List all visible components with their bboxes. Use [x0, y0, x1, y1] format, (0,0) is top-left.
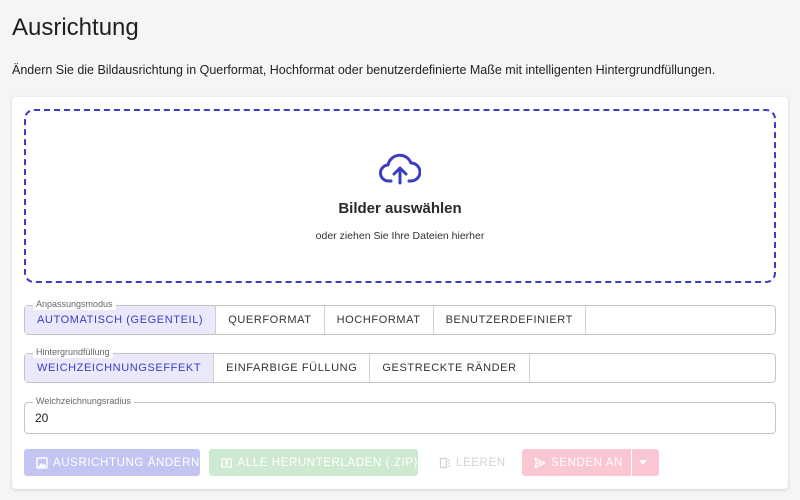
cloud-upload-icon — [379, 153, 421, 185]
blur-radius-input[interactable] — [35, 411, 735, 425]
download-all-button-label: ALLE HERUNTERLADEN (.ZIP) — [237, 456, 418, 469]
image-icon — [36, 456, 48, 469]
blur-radius-field: Weichzeichnungsradius — [24, 396, 776, 434]
caret-down-icon — [639, 460, 647, 465]
file-dropzone[interactable]: Bilder auswählen oder ziehen Sie Ihre Da… — [24, 109, 776, 283]
send-to-menu-button[interactable] — [632, 449, 659, 476]
clear-list-icon — [439, 457, 450, 468]
background-fill-group: Hintergrundfüllung WEICHZEICHNUNGSEFFEKT… — [24, 347, 776, 383]
clear-button[interactable]: LEEREN — [427, 449, 513, 476]
blur-radius-label: Weichzeichnungsradius — [33, 396, 134, 407]
page-description: Ändern Sie die Bildausrichtung in Querfo… — [12, 63, 716, 77]
background-fill-label: Hintergrundfüllung — [33, 347, 113, 358]
background-fill-option-blur[interactable]: WEICHZEICHNUNGSEFFEKT — [25, 354, 215, 382]
dropzone-title: Bilder auswählen — [338, 200, 462, 217]
archive-icon — [221, 457, 233, 468]
fit-mode-group: Anpassungsmodus AUTOMATISCH (GEGENTEIL) … — [24, 299, 776, 335]
rotate-button-label: AUSRICHTUNG ÄNDERN — [53, 456, 200, 469]
background-fill-option-stretch[interactable]: GESTRECKTE RÄNDER — [370, 354, 530, 382]
rotate-button[interactable]: AUSRICHTUNG ÄNDERN — [24, 449, 200, 476]
send-to-button-label: SENDEN AN — [551, 456, 623, 469]
download-all-button[interactable]: ALLE HERUNTERLADEN (.ZIP) — [209, 449, 418, 476]
main-card: Bilder auswählen oder ziehen Sie Ihre Da… — [12, 97, 788, 489]
background-fill-option-solid[interactable]: EINFARBIGE FÜLLUNG — [214, 354, 371, 382]
clear-button-label: LEEREN — [456, 456, 506, 469]
send-icon — [534, 457, 546, 468]
dropzone-subtitle: oder ziehen Sie Ihre Dateien hierher — [315, 230, 485, 242]
fit-mode-option-custom[interactable]: BENUTZERDEFINIERT — [434, 306, 586, 334]
fit-mode-option-portrait[interactable]: HOCHFORMAT — [325, 306, 434, 334]
fit-mode-label: Anpassungsmodus — [33, 299, 116, 310]
fit-mode-option-auto[interactable]: AUTOMATISCH (GEGENTEIL) — [25, 306, 217, 334]
send-to-button[interactable]: SENDEN AN — [522, 449, 631, 476]
page-title: Ausrichtung — [12, 14, 139, 41]
fit-mode-option-landscape[interactable]: QUERFORMAT — [216, 306, 325, 334]
